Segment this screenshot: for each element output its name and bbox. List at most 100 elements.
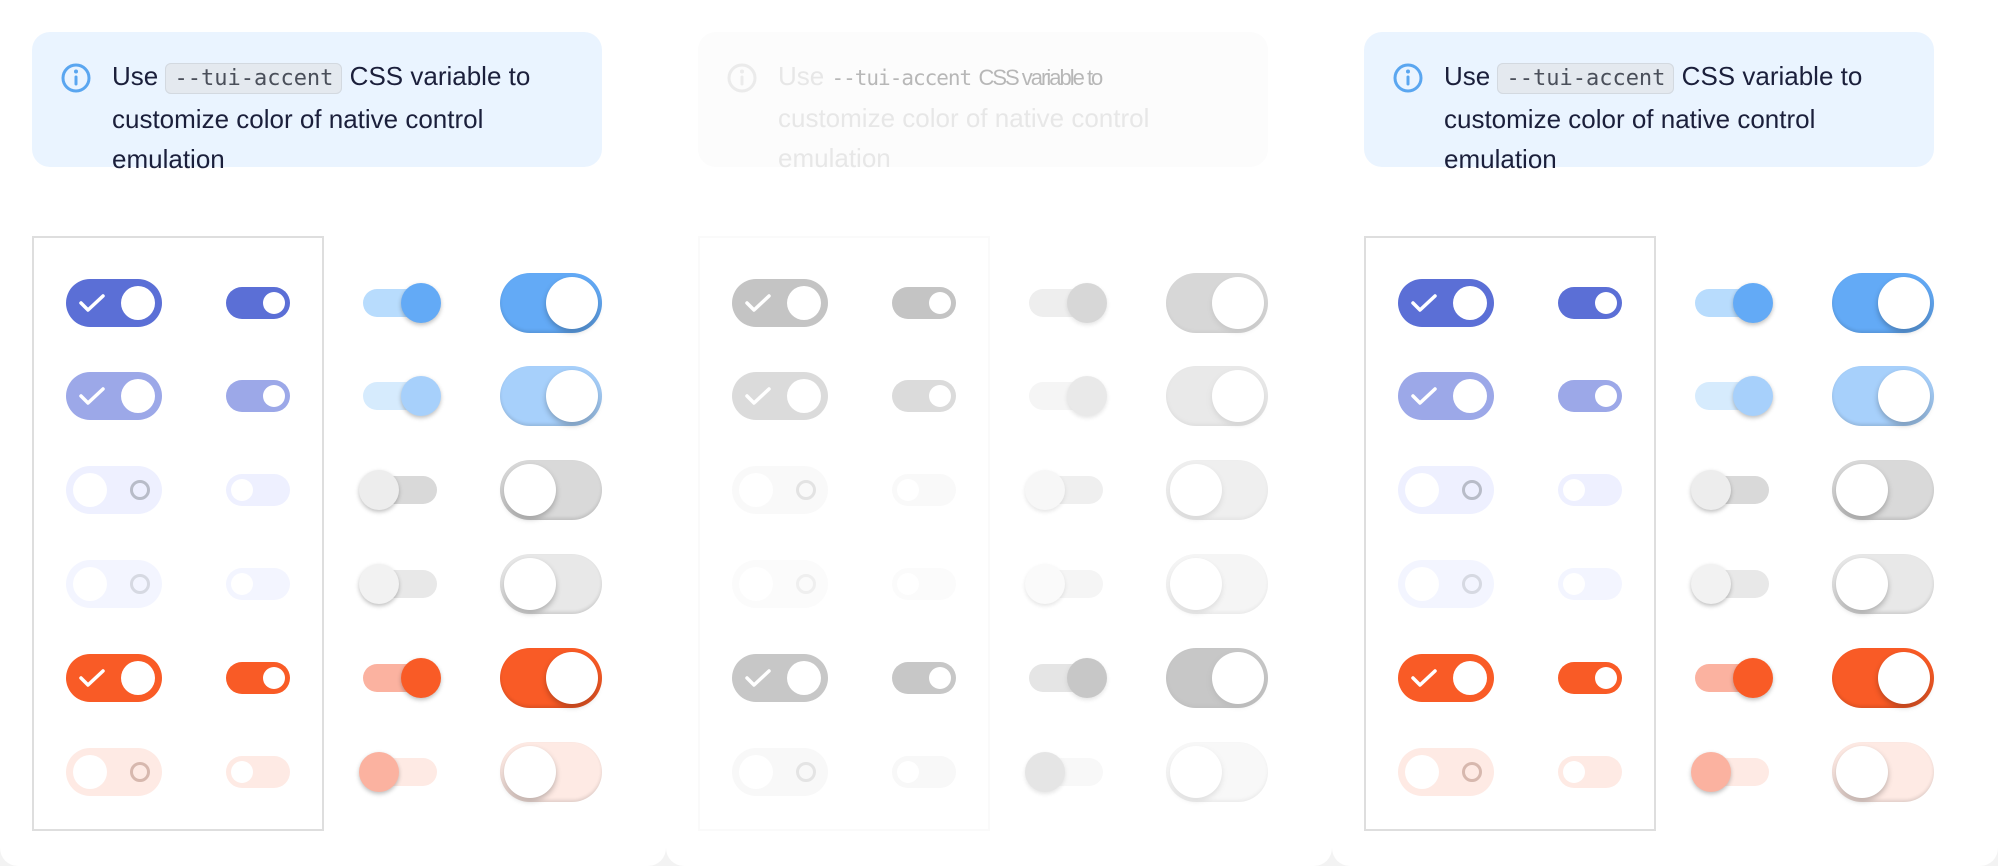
toggle-knob xyxy=(231,573,253,595)
toggle-cell xyxy=(1164,643,1270,713)
toggle-row xyxy=(0,455,666,525)
toggle-switch[interactable] xyxy=(66,748,162,796)
toggle-switch[interactable] xyxy=(66,654,162,702)
toggle-switch[interactable] xyxy=(66,560,162,608)
toggle-cell xyxy=(892,549,956,619)
toggle-switch[interactable] xyxy=(732,654,828,702)
off-ring-icon xyxy=(796,574,816,594)
toggle-switch[interactable] xyxy=(500,554,602,614)
toggle-switch[interactable] xyxy=(1398,372,1494,420)
toggle-knob xyxy=(1563,761,1585,783)
toggle-switch[interactable] xyxy=(500,273,602,333)
toggle-switch[interactable] xyxy=(732,372,828,420)
toggle-switch[interactable] xyxy=(1398,466,1494,514)
off-ring-icon xyxy=(130,480,150,500)
toggle-switch[interactable] xyxy=(1558,287,1622,319)
toggle-switch[interactable] xyxy=(1695,658,1773,698)
checkmark-icon xyxy=(79,669,105,687)
toggle-switch[interactable] xyxy=(1025,564,1103,604)
toggle-row xyxy=(1332,737,1998,807)
toggle-switch[interactable] xyxy=(1691,470,1769,510)
toggle-knob xyxy=(263,292,285,314)
toggle-switch[interactable] xyxy=(1166,554,1268,614)
toggle-switch[interactable] xyxy=(66,466,162,514)
toggle-switch[interactable] xyxy=(732,466,828,514)
toggle-switch[interactable] xyxy=(1832,742,1934,802)
toggle-switch[interactable] xyxy=(1025,752,1103,792)
toggle-switch[interactable] xyxy=(226,662,290,694)
toggle-switch[interactable] xyxy=(1166,366,1268,426)
toggle-cell xyxy=(732,549,828,619)
notice-prefix: Use xyxy=(778,61,825,91)
toggle-switch[interactable] xyxy=(226,474,290,506)
toggle-knob xyxy=(739,567,773,601)
toggle-switch[interactable] xyxy=(1029,658,1107,698)
toggle-switch[interactable] xyxy=(1832,554,1934,614)
toggle-switch[interactable] xyxy=(1398,279,1494,327)
toggle-switch[interactable] xyxy=(1558,756,1622,788)
toggle-cell xyxy=(1026,361,1107,431)
toggle-switch[interactable] xyxy=(892,474,956,506)
toggle-row xyxy=(666,455,1332,525)
toggle-switch[interactable] xyxy=(500,460,602,520)
toggle-switch[interactable] xyxy=(226,756,290,788)
toggle-switch[interactable] xyxy=(1166,460,1268,520)
toggle-switch[interactable] xyxy=(66,372,162,420)
toggle-switch[interactable] xyxy=(1832,460,1934,520)
toggle-switch[interactable] xyxy=(1029,283,1107,323)
toggle-switch[interactable] xyxy=(732,748,828,796)
toggle-switch[interactable] xyxy=(363,376,441,416)
toggle-switch[interactable] xyxy=(1398,654,1494,702)
toggle-cell xyxy=(892,455,956,525)
toggle-switch[interactable] xyxy=(1025,470,1103,510)
toggle-switch[interactable] xyxy=(732,560,828,608)
toggle-switch[interactable] xyxy=(1558,662,1622,694)
toggle-switch[interactable] xyxy=(892,568,956,600)
toggle-switch[interactable] xyxy=(892,380,956,412)
toggle-switch[interactable] xyxy=(226,287,290,319)
toggle-switch[interactable] xyxy=(1832,366,1934,426)
toggle-cell xyxy=(359,455,440,525)
toggle-switch[interactable] xyxy=(359,564,437,604)
toggle-switch[interactable] xyxy=(500,742,602,802)
toggle-switch[interactable] xyxy=(66,279,162,327)
toggle-switch[interactable] xyxy=(1558,568,1622,600)
toggle-cell xyxy=(1692,268,1773,338)
toggle-cell xyxy=(1164,361,1270,431)
toggle-switch[interactable] xyxy=(359,470,437,510)
toggle-switch[interactable] xyxy=(1832,273,1934,333)
toggle-switch[interactable] xyxy=(1558,380,1622,412)
toggle-switch[interactable] xyxy=(1832,648,1934,708)
toggle-switch[interactable] xyxy=(226,568,290,600)
off-ring-icon xyxy=(796,480,816,500)
toggle-switch[interactable] xyxy=(1166,742,1268,802)
toggle-knob xyxy=(1563,479,1585,501)
toggle-switch[interactable] xyxy=(892,287,956,319)
toggle-switch[interactable] xyxy=(1398,748,1494,796)
toggle-switch[interactable] xyxy=(1166,273,1268,333)
toggle-switch[interactable] xyxy=(363,283,441,323)
toggle-switch[interactable] xyxy=(363,658,441,698)
toggle-switch[interactable] xyxy=(1691,752,1769,792)
toggle-knob xyxy=(1878,277,1930,329)
toggle-switch[interactable] xyxy=(1398,560,1494,608)
toggle-switch[interactable] xyxy=(732,279,828,327)
toggle-switch[interactable] xyxy=(892,756,956,788)
toggle-cell xyxy=(360,268,441,338)
toggle-cell xyxy=(732,737,828,807)
toggle-switch[interactable] xyxy=(1166,648,1268,708)
toggle-switch[interactable] xyxy=(359,752,437,792)
toggle-switch[interactable] xyxy=(500,366,602,426)
toggle-switch[interactable] xyxy=(1691,564,1769,604)
toggle-switch[interactable] xyxy=(1695,283,1773,323)
toggle-switch[interactable] xyxy=(1558,474,1622,506)
toggle-switch[interactable] xyxy=(226,380,290,412)
toggle-knob xyxy=(231,479,253,501)
toggle-row xyxy=(1332,361,1998,431)
toggle-cell xyxy=(498,361,604,431)
toggle-row xyxy=(666,549,1332,619)
toggle-switch[interactable] xyxy=(1695,376,1773,416)
toggle-switch[interactable] xyxy=(500,648,602,708)
toggle-switch[interactable] xyxy=(892,662,956,694)
toggle-switch[interactable] xyxy=(1029,376,1107,416)
